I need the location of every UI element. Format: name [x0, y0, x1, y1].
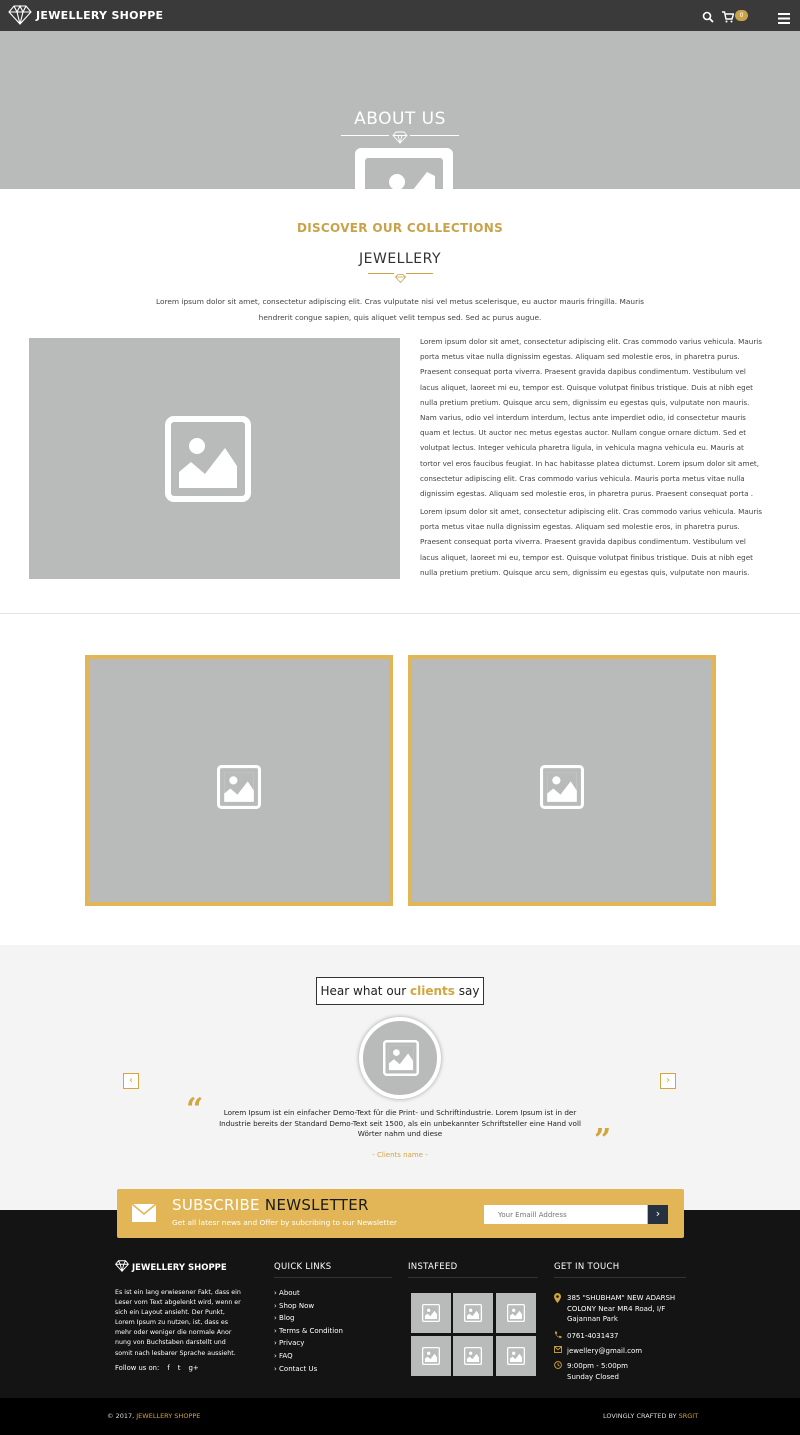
image-icon — [464, 1304, 482, 1326]
newsletter-submit-button[interactable]: › — [648, 1205, 668, 1224]
footer-about-text: Es ist ein lang erwiesener Fakt, dass ei… — [115, 1289, 241, 1357]
contact-heading: GET IN TOUCH — [554, 1262, 620, 1272]
title-divider-right — [410, 135, 459, 136]
column-divider — [408, 1277, 538, 1278]
google-plus-icon[interactable]: g+ — [188, 1364, 198, 1372]
section-divider — [0, 613, 800, 614]
image-icon — [422, 1304, 440, 1326]
contact-email: jewellery@gmail.com — [554, 1346, 642, 1357]
insta-thumb[interactable] — [496, 1336, 536, 1376]
insta-thumb[interactable] — [453, 1293, 493, 1333]
cart-count-badge: 0 — [735, 10, 748, 21]
testimonials-heading: Hear what our clients say — [316, 977, 484, 1005]
contact-address: 385 "SHUBHAM" NEW ADARSH COLONY Near MR4… — [554, 1293, 675, 1325]
featured-image-2[interactable] — [408, 655, 716, 906]
collection-description-2: Lorem ipsum dolor sit amet, consectetur … — [420, 507, 763, 577]
diamond-icon — [392, 129, 408, 148]
image-icon — [165, 416, 251, 506]
follow-us: Follow us on: f t g+ — [115, 1364, 199, 1372]
top-navbar: JEWELLERY SHOPPE 0 — [0, 0, 800, 31]
column-divider — [554, 1277, 686, 1278]
testimonial-prev-button[interactable]: ‹ — [123, 1073, 139, 1089]
image-icon — [507, 1347, 525, 1369]
section-heading: DISCOVER OUR COLLECTIONS — [296, 221, 504, 235]
column-divider — [274, 1277, 392, 1278]
quote-open-icon: “ — [186, 1092, 204, 1127]
search-icon[interactable] — [702, 8, 716, 23]
quick-links-list: › About › Shop Now › Blog › Terms & Cond… — [274, 1287, 343, 1375]
contact-hours: 9:00pm - 5:00pm Sunday Closed — [554, 1361, 628, 1382]
image-icon — [464, 1347, 482, 1369]
newsletter-email-input[interactable] — [484, 1205, 647, 1224]
image-icon — [383, 1040, 419, 1080]
contact-phone: 0761-4031437 — [554, 1331, 619, 1343]
subheading-divider-left — [368, 273, 394, 274]
image-icon — [507, 1304, 525, 1326]
image-icon — [540, 765, 584, 813]
newsletter-box: SUBSCRIBE NEWSLETTER Get all latesr news… — [117, 1189, 684, 1238]
footer-brand-logo[interactable]: JEWELLERY SHOPPE — [114, 1260, 227, 1275]
featured-image-1[interactable] — [85, 655, 393, 906]
insta-thumb[interactable] — [411, 1336, 451, 1376]
credits-text: LOVINGLY CRAFTED BY SRGIT — [603, 1412, 699, 1420]
hamburger-menu-icon[interactable] — [778, 9, 791, 24]
insta-thumb[interactable] — [496, 1293, 536, 1333]
copyright-text: © 2017, JEWELLERY SHOPPE — [107, 1412, 201, 1420]
cart-icon[interactable] — [722, 8, 736, 23]
brand-name: JEWELLERY SHOPPE — [36, 8, 164, 22]
quick-links-heading: QUICK LINKS — [274, 1262, 332, 1272]
insta-thumb[interactable] — [453, 1336, 493, 1376]
client-name: - Clients name - — [372, 1151, 428, 1159]
brand-logo[interactable]: JEWELLERY SHOPPE — [8, 5, 163, 25]
collection-description: Lorem ipsum dolor sit amet, consectetur … — [420, 337, 763, 499]
instafeed-heading: INSTAFEED — [408, 1262, 458, 1272]
footer-link-shop-now[interactable]: › Shop Now — [274, 1300, 343, 1313]
page-title: ABOUT US — [354, 109, 446, 129]
title-divider-left — [341, 135, 389, 136]
intro-text: Lorem ipsum dolor sit amet, consectetur … — [155, 297, 645, 322]
subheading-divider-right — [406, 273, 433, 274]
footer-link-faq[interactable]: › FAQ — [274, 1350, 343, 1363]
image-icon — [422, 1347, 440, 1369]
footer-link-terms[interactable]: › Terms & Condition — [274, 1325, 343, 1338]
collection-image-placeholder — [29, 338, 400, 579]
footer-link-about[interactable]: › About — [274, 1287, 343, 1300]
section-subheading: JEWELLERY — [359, 251, 441, 267]
testimonial-quote: Lorem Ipsum ist ein einfacher Demo-Text … — [219, 1108, 581, 1138]
copyright-brand-link[interactable]: JEWELLERY SHOPPE — [136, 1412, 200, 1420]
diamond-icon — [8, 5, 32, 25]
testimonial-next-button[interactable]: › — [660, 1073, 676, 1089]
diamond-icon — [394, 268, 407, 287]
hero-image-placeholder — [355, 148, 453, 189]
facebook-icon[interactable]: f — [167, 1364, 169, 1372]
footer-link-privacy[interactable]: › Privacy — [274, 1337, 343, 1350]
client-avatar — [359, 1017, 441, 1099]
newsletter-subtitle: Get all latesr news and Offer by subcrib… — [172, 1218, 397, 1227]
credits-link[interactable]: SRGIT — [679, 1412, 699, 1420]
diamond-icon — [114, 1260, 130, 1275]
twitter-icon[interactable]: t — [178, 1364, 181, 1372]
footer-link-blog[interactable]: › Blog — [274, 1312, 343, 1325]
image-icon — [375, 166, 435, 189]
footer-link-contact[interactable]: › Contact Us — [274, 1363, 343, 1376]
map-pin-icon — [554, 1293, 562, 1325]
phone-icon — [554, 1331, 562, 1343]
envelope-icon — [554, 1346, 562, 1357]
newsletter-title: SUBSCRIBE NEWSLETTER — [172, 1196, 369, 1214]
image-icon — [217, 765, 261, 813]
clock-icon — [554, 1361, 562, 1382]
insta-thumb[interactable] — [411, 1293, 451, 1333]
envelope-icon — [131, 1203, 157, 1227]
